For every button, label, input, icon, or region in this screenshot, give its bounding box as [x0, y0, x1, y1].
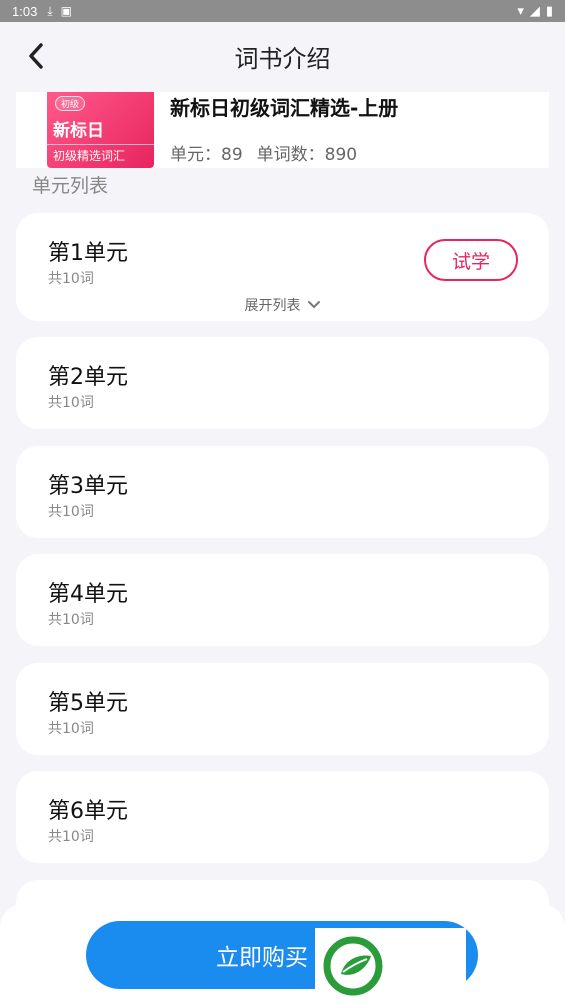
wifi-icon: ▾	[517, 3, 524, 18]
signal-icon: ◢	[529, 3, 540, 18]
section-label: 单元列表	[32, 175, 109, 197]
app-header: 词书介绍	[0, 22, 565, 90]
unit-card[interactable]: 第3单元 共10词	[16, 446, 549, 538]
unit-word-count: 共10词	[48, 395, 94, 411]
logo-overlay	[315, 928, 466, 1004]
book-meta: 单元：89 单词数：890	[170, 140, 357, 165]
unit-total: 单元：89	[170, 145, 243, 165]
cover-tag: 初级	[55, 96, 86, 111]
unit-name: 第3单元	[48, 474, 128, 499]
unit-word-count: 共10词	[48, 271, 94, 287]
word-total: 单词数：890	[256, 145, 358, 165]
notification-icon: ▣	[60, 4, 72, 18]
battery-icon: ▮	[545, 3, 553, 18]
unit-card[interactable]: 第4单元 共10词	[16, 554, 549, 646]
unit-word-count: 共10词	[48, 612, 94, 628]
bottom-bar: 立即购买	[0, 904, 565, 1004]
status-bar: 1:03 ⤓ ▣ ▾ ◢ ▮	[0, 0, 565, 22]
chevron-down-icon	[307, 301, 320, 309]
unit-word-count: 共10词	[48, 721, 94, 737]
book-title: 新标日初级词汇精选-上册	[170, 96, 399, 120]
book-cover: 初级 新标日 初级精选词汇	[47, 92, 154, 168]
unit-name: 第2单元	[48, 365, 128, 390]
unit-word-count: 共10词	[48, 504, 94, 520]
status-time: 1:03	[12, 3, 38, 19]
book-info-card: 初级 新标日 初级精选词汇 新标日初级词汇精选-上册 单元：89 单词数：890	[16, 92, 549, 168]
unit-name: 第6单元	[48, 799, 128, 824]
expand-label: 展开列表	[244, 298, 301, 314]
expand-list-button[interactable]: 展开列表	[16, 295, 549, 315]
unit-card[interactable]: 第2单元 共10词	[16, 337, 549, 429]
unit-card[interactable]: 第5单元 共10词	[16, 663, 549, 755]
cover-subtitle: 初级精选词汇	[47, 144, 154, 164]
unit-name: 第4单元	[48, 582, 128, 607]
back-button[interactable]	[20, 40, 52, 72]
cover-title: 新标日	[53, 121, 104, 141]
unit-card[interactable]: 第1单元 共10词 试学 展开列表	[16, 213, 549, 321]
unit-card[interactable]: 第6单元 共10词	[16, 771, 549, 863]
unit-name: 第1单元	[48, 241, 128, 266]
page-title: 词书介绍	[234, 44, 331, 73]
unit-word-count: 共10词	[48, 829, 94, 845]
leaf-logo-icon	[323, 936, 383, 996]
try-learn-button[interactable]: 试学	[424, 239, 518, 281]
download-icon: ⤓	[47, 3, 53, 18]
unit-name: 第5单元	[48, 691, 128, 716]
chevron-left-icon	[29, 43, 43, 69]
